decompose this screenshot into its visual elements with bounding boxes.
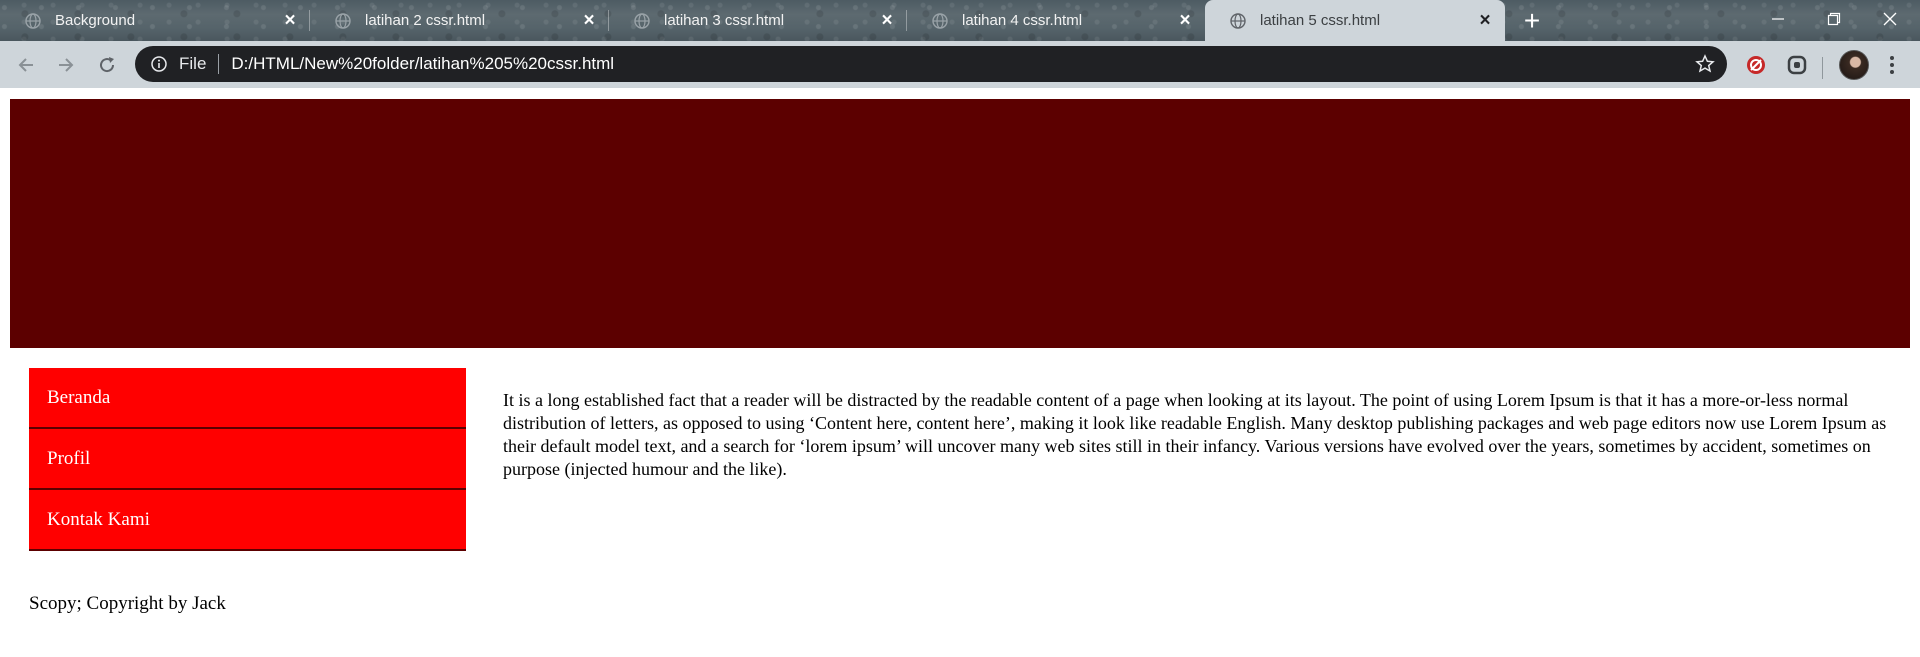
scheme-label: File bbox=[179, 54, 207, 73]
tab-title: Background bbox=[55, 12, 136, 29]
header-banner bbox=[10, 99, 1910, 348]
info-icon[interactable] bbox=[149, 54, 169, 74]
url-text[interactable]: D:/HTML/New%20folder/latihan%205%20cssr.… bbox=[231, 54, 614, 74]
footer-copyright: Scopy; Copyright by Jack bbox=[29, 593, 226, 614]
new-tab-button[interactable]: + bbox=[1518, 0, 1546, 41]
sidebar-menu: Beranda Profil Kontak Kami bbox=[29, 368, 466, 551]
extension-icon[interactable] bbox=[1783, 51, 1811, 79]
globe-icon bbox=[1229, 12, 1247, 30]
profile-avatar[interactable] bbox=[1839, 50, 1869, 80]
browser-toolbar: File D:/HTML/New%20folder/latihan%205%20… bbox=[0, 41, 1920, 88]
close-tab-icon[interactable]: × bbox=[1174, 10, 1196, 32]
window-close-icon[interactable] bbox=[1862, 0, 1918, 38]
minimize-icon[interactable] bbox=[1750, 0, 1806, 38]
menu-item-kontak-kami[interactable]: Kontak Kami bbox=[29, 490, 466, 551]
tab-background[interactable]: Background × bbox=[0, 0, 310, 41]
content-paragraph: It is a long established fact that a rea… bbox=[503, 390, 1887, 479]
menu-item-profil[interactable]: Profil bbox=[29, 429, 466, 490]
omnibox-divider bbox=[218, 54, 220, 74]
tab-title: latihan 5 cssr.html bbox=[1260, 12, 1381, 29]
forward-arrow-icon[interactable] bbox=[50, 49, 82, 81]
close-tab-icon[interactable]: × bbox=[876, 10, 898, 32]
more-vert-icon[interactable] bbox=[1880, 53, 1904, 77]
globe-icon bbox=[931, 12, 949, 30]
toolbar-divider bbox=[1822, 57, 1823, 79]
close-tab-icon[interactable]: × bbox=[279, 10, 301, 32]
tab-title: latihan 3 cssr.html bbox=[664, 12, 785, 29]
tab-latihan-3[interactable]: latihan 3 cssr.html × bbox=[609, 0, 907, 41]
menu-item-beranda[interactable]: Beranda bbox=[29, 368, 466, 429]
restore-icon[interactable] bbox=[1806, 0, 1862, 38]
tab-latihan-5-active[interactable]: latihan 5 cssr.html × bbox=[1205, 0, 1505, 41]
close-tab-icon[interactable]: × bbox=[578, 10, 600, 32]
reload-icon[interactable] bbox=[91, 49, 123, 81]
globe-icon bbox=[24, 12, 42, 30]
address-bar[interactable]: File D:/HTML/New%20folder/latihan%205%20… bbox=[135, 46, 1727, 82]
back-arrow-icon[interactable] bbox=[10, 49, 42, 81]
tab-latihan-2[interactable]: latihan 2 cssr.html × bbox=[310, 0, 609, 41]
tab-strip: Background × latihan 2 cssr.html × latih… bbox=[0, 0, 1920, 41]
extension-icon[interactable] bbox=[1742, 51, 1770, 79]
globe-icon bbox=[334, 12, 352, 30]
close-tab-icon[interactable]: × bbox=[1474, 10, 1496, 32]
star-icon[interactable] bbox=[1695, 54, 1715, 74]
globe-icon bbox=[633, 12, 651, 30]
web-page: Beranda Profil Kontak Kami It is a long … bbox=[0, 88, 1920, 657]
tab-latihan-4[interactable]: latihan 4 cssr.html × bbox=[907, 0, 1205, 41]
tab-title: latihan 2 cssr.html bbox=[365, 12, 486, 29]
tab-title: latihan 4 cssr.html bbox=[962, 12, 1083, 29]
